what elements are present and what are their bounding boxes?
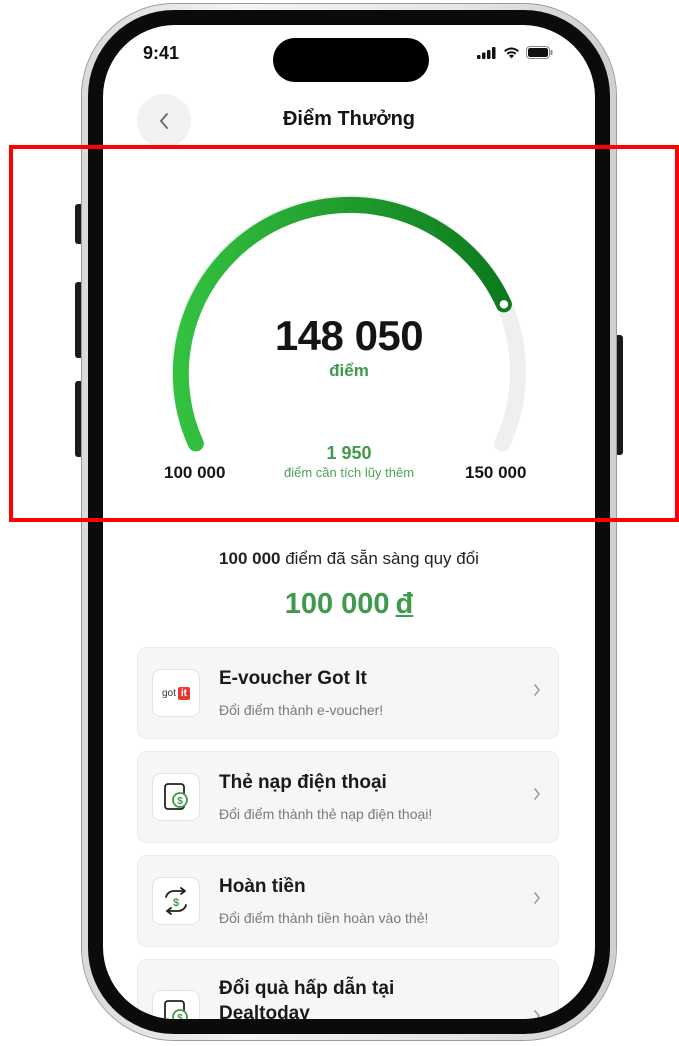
svg-text:$: $ [173,897,179,909]
redeem-ready-points: 100 000 [219,549,281,568]
currency-symbol: đ [395,588,414,620]
gauge-range-max: 150 000 [465,463,527,482]
option-title: Hoàn tiền [219,876,306,897]
redeem-ready-text: điểm đã sẵn sàng quy đổi [285,549,479,568]
gotit-logo-icon: got it [152,669,200,717]
gotit-logo-text: got [161,687,176,699]
points-needed-value: 1 950 [326,443,372,463]
chevron-right-icon [534,892,540,904]
option-subtitle: Đổi điểm thành tiền hoàn vào thẻ! [219,910,429,926]
power-button [615,335,623,455]
phone-card-icon: $ [152,773,200,821]
gift-exchange-icon: $ [152,990,200,1019]
option-card-cashback[interactable]: $ Hoàn tiền Đổi điểm thành tiền hoàn vào… [137,855,559,947]
gauge-knob [497,297,511,312]
redeem-ready-line: 100 000 điểm đã sẵn sàng quy đổi [103,549,595,569]
points-unit: điểm [329,361,369,380]
gauge-range-min: 100 000 [164,463,226,482]
gotit-logo-badge: it [177,686,190,700]
option-subtitle: Đổi điểm thành e-voucher! [219,702,384,718]
redeem-amount: 100 000 đ [103,588,595,621]
option-card-dealtoday[interactable]: $ Đổi quà hấp dẫn tại Dealtoday [137,959,559,1019]
redeem-amount-value: 100 000 [284,588,390,620]
option-title: Thẻ nạp điện thoại [219,772,387,793]
phone-screen: 9:41 Điểm Thưởng 148 050 điểm 1 950 điểm… [103,25,595,1019]
chevron-right-icon [534,1010,540,1019]
svg-text:$: $ [177,1013,183,1019]
cashback-icon: $ [152,877,200,925]
points-gauge [172,195,526,452]
svg-text:$: $ [177,796,183,807]
option-card-evoucher[interactable]: got it E-voucher Got It Đổi điểm thành e-… [137,647,559,739]
option-title: E-voucher Got It [219,668,367,689]
option-subtitle: Đổi điểm thành thẻ nạp điện thoại! [219,806,433,822]
chevron-right-icon [534,788,540,800]
option-title: Đổi quà hấp dẫn tại Dealtoday [219,978,395,1019]
points-value: 148 050 [274,312,424,359]
chevron-right-icon [534,684,540,696]
option-card-phone-topup[interactable]: $ Thẻ nạp điện thoại Đổi điểm thành thẻ … [137,751,559,843]
